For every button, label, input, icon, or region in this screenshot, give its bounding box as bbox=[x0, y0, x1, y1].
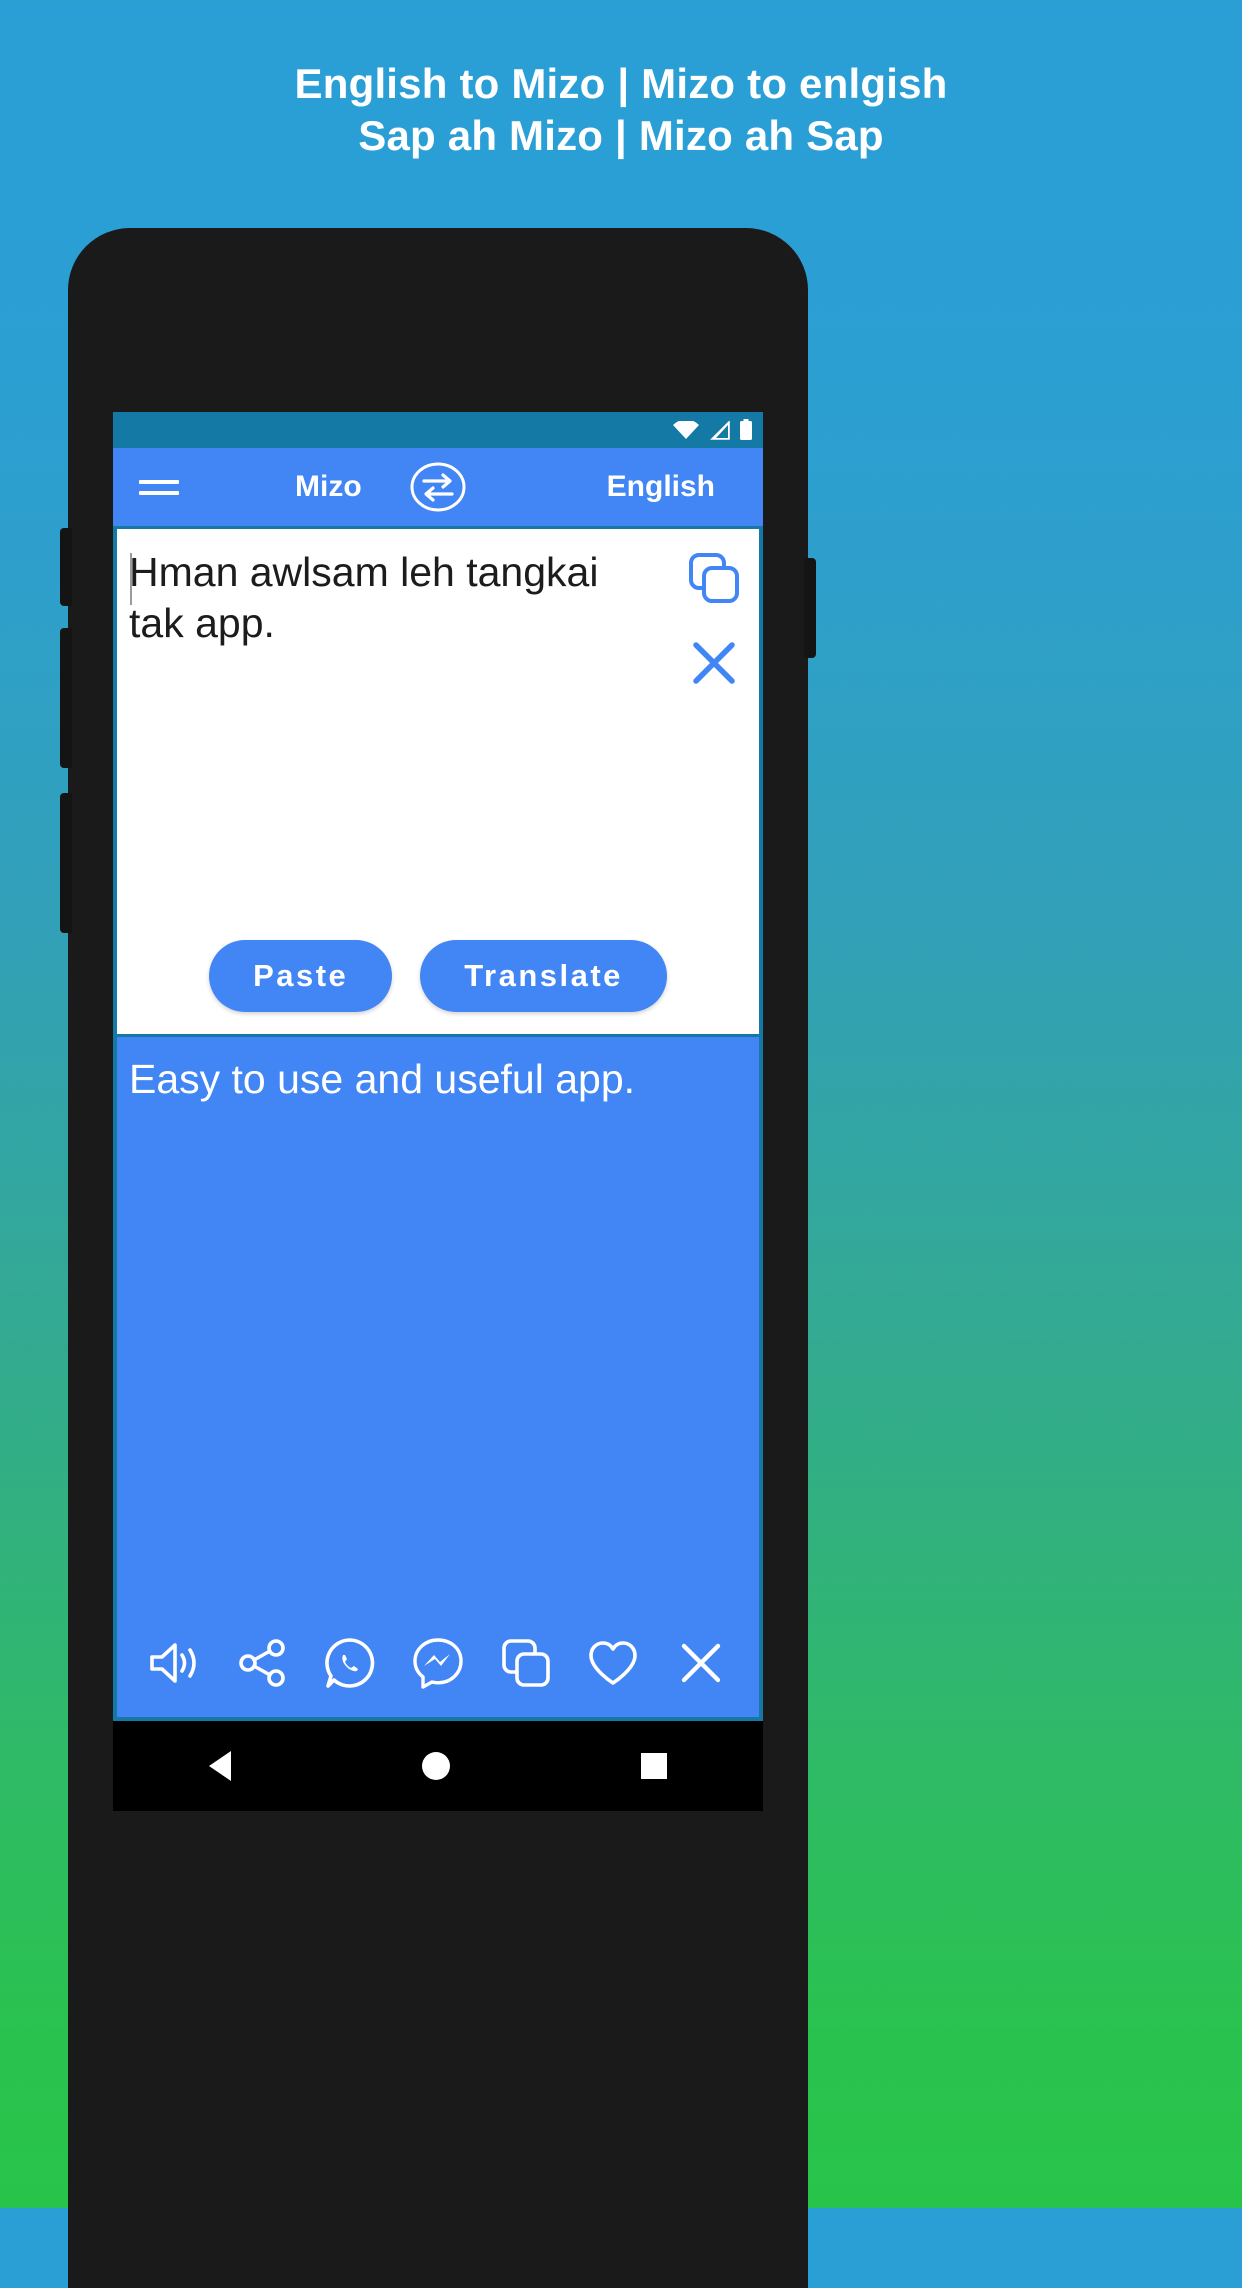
text-caret bbox=[130, 553, 132, 605]
input-panel: Hman awlsam leh tangkai tak app. Paste T… bbox=[113, 526, 763, 1034]
translate-button[interactable]: Translate bbox=[420, 940, 667, 1012]
promo-line-2: Sap ah Mizo | Mizo ah Sap bbox=[358, 112, 884, 159]
hamburger-bar bbox=[139, 479, 179, 484]
home-button[interactable] bbox=[421, 1752, 450, 1780]
favorite-heart-icon[interactable] bbox=[582, 1635, 644, 1691]
input-action-buttons: Paste Translate bbox=[117, 940, 759, 1012]
promo-line-1: English to Mizo | Mizo to enlgish bbox=[294, 60, 948, 107]
messenger-icon[interactable] bbox=[407, 1635, 469, 1691]
output-panel: Easy to use and useful app. bbox=[113, 1034, 763, 1721]
translated-text: Easy to use and useful app. bbox=[129, 1056, 636, 1102]
promo-headline: English to Mizo | Mizo to enlgish Sap ah… bbox=[0, 58, 1242, 162]
device-volume-down-button bbox=[60, 793, 72, 933]
source-language-label[interactable]: Mizo bbox=[295, 470, 362, 504]
app-bar: Mizo English bbox=[113, 448, 763, 526]
status-bar bbox=[113, 412, 763, 448]
signal-icon bbox=[708, 420, 730, 440]
paste-button[interactable]: Paste bbox=[209, 940, 393, 1012]
source-text-input[interactable]: Hman awlsam leh tangkai tak app. bbox=[129, 547, 663, 649]
hamburger-bar bbox=[139, 490, 179, 495]
battery-icon bbox=[739, 419, 753, 441]
swap-languages-icon[interactable] bbox=[409, 458, 467, 516]
copy-icon[interactable] bbox=[687, 551, 741, 605]
input-side-actions bbox=[687, 551, 741, 687]
hamburger-menu-icon[interactable] bbox=[139, 479, 179, 495]
target-language-label[interactable]: English bbox=[607, 470, 715, 504]
device-side-button bbox=[60, 528, 72, 606]
wifi-icon bbox=[673, 421, 699, 439]
device-power-button bbox=[804, 558, 816, 658]
whatsapp-icon[interactable] bbox=[319, 1635, 381, 1691]
android-navigation-bar bbox=[113, 1721, 763, 1811]
share-icon[interactable] bbox=[232, 1635, 294, 1691]
clear-icon[interactable] bbox=[690, 639, 738, 687]
copy-icon[interactable] bbox=[495, 1635, 557, 1691]
close-icon[interactable] bbox=[670, 1635, 732, 1691]
device-volume-up-button bbox=[60, 628, 72, 768]
speak-icon[interactable] bbox=[144, 1635, 206, 1691]
back-button[interactable] bbox=[208, 1751, 231, 1781]
phone-device-frame: Mizo English Hman awlsam leh tangkai tak… bbox=[60, 228, 816, 2288]
phone-screen: Mizo English Hman awlsam leh tangkai tak… bbox=[113, 412, 763, 1721]
output-action-bar bbox=[117, 1635, 759, 1691]
recents-button[interactable] bbox=[641, 1753, 668, 1779]
